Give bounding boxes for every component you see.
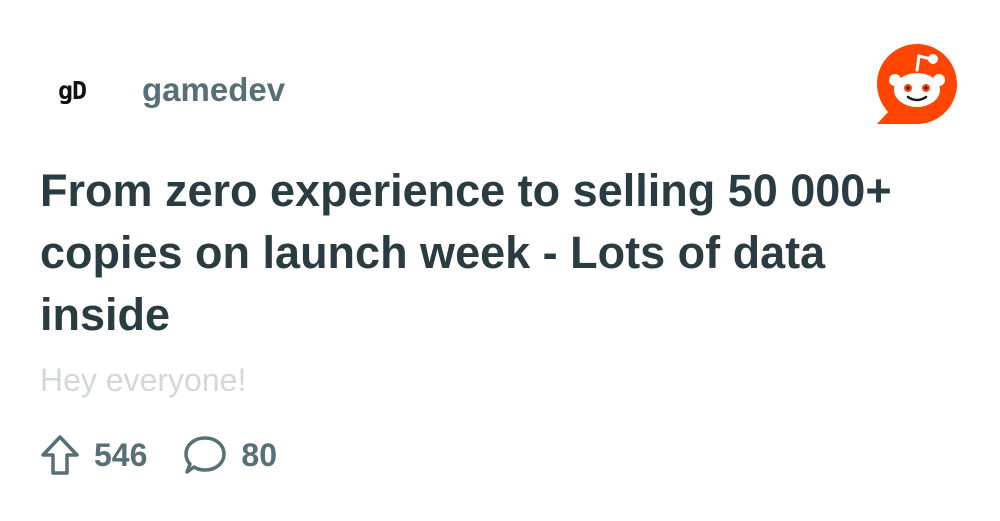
comments-button[interactable]: 80 [183,434,277,476]
post-stats: 546 80 [40,430,277,480]
post-title[interactable]: From zero experience to selling 50 000+ … [40,160,940,346]
reddit-snoo-icon [877,44,957,124]
upvote-arrow-icon [41,435,79,475]
subreddit-avatar[interactable]: gD [40,58,124,122]
comment-count: 80 [241,436,277,473]
post-card[interactable]: gD gamedev From zero experience to selli… [0,0,1000,521]
upvote-button[interactable]: 546 [40,434,147,476]
upvote-count: 546 [94,436,148,473]
post-header: gD gamedev [40,58,285,122]
post-body-preview: Hey everyone! [40,362,247,398]
comment-bubble-icon [184,436,227,474]
subreddit-name[interactable]: gamedev [142,71,285,109]
